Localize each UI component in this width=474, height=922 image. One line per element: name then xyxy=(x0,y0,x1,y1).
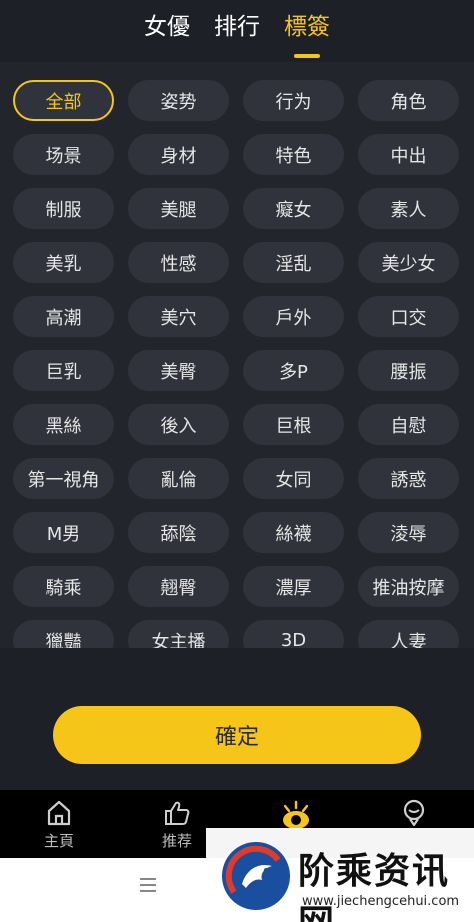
tag-chip[interactable]: 身材 xyxy=(128,134,229,175)
tag-chip[interactable]: 人妻 xyxy=(358,620,459,648)
tag-chip[interactable]: 中出 xyxy=(358,134,459,175)
tag-chip[interactable]: 亂倫 xyxy=(128,458,229,499)
tag-chip[interactable]: 特色 xyxy=(243,134,344,175)
nav-label-home: 主頁 xyxy=(43,832,74,850)
app-root: 女優 排行 標簽 全部 姿势 行为 角色 场景 身材 特色 中出 制服 美腿 癡女 素人 美乳 性感 淫乱美… xyxy=(0,0,474,922)
tag-chip[interactable]: 後入 xyxy=(128,404,229,445)
tag-chip[interactable]: 絲襪 xyxy=(243,512,344,553)
tag-chip[interactable]: 美臀 xyxy=(128,350,229,391)
confirm-button[interactable]: 確定 xyxy=(53,706,421,764)
active-tab-indicator xyxy=(294,54,320,58)
tag-chip[interactable]: 第一視角 xyxy=(13,458,114,499)
tag-chip[interactable]: 推油按摩 xyxy=(358,566,459,607)
tag-chip[interactable]: 素人 xyxy=(358,188,459,229)
tag-chip[interactable]: 獵豔 xyxy=(13,620,114,648)
watermark-url: www.jiechengcehui.com xyxy=(302,894,460,909)
tag-chip[interactable]: M男 xyxy=(13,512,114,553)
tag-chip[interactable]: 女主播 xyxy=(128,620,229,648)
watermark-title: 阶乘资讯网 xyxy=(298,851,451,922)
tag-chip[interactable]: 黑絲 xyxy=(13,404,114,445)
tag-chip[interactable]: 誘惑 xyxy=(358,458,459,499)
tag-chip[interactable]: 濃厚 xyxy=(243,566,344,607)
tag-chip[interactable]: 3D xyxy=(243,620,344,648)
tab-label: 排行 xyxy=(214,14,260,40)
header-tabs: 女優 排行 標簽 xyxy=(0,0,474,62)
tag-chip[interactable]: 高潮 xyxy=(13,296,114,337)
tag-chip[interactable]: 角色 xyxy=(358,80,459,121)
menu-icon[interactable] xyxy=(140,878,156,896)
tag-chip[interactable]: 口交 xyxy=(358,296,459,337)
tag-chip[interactable]: 多P xyxy=(243,350,344,391)
eye-icon xyxy=(283,800,309,829)
tag-chip[interactable]: 癡女 xyxy=(243,188,344,229)
nav-item-recommend[interactable]: 推荐 xyxy=(137,790,217,858)
thumbs-up-icon xyxy=(165,801,190,825)
watermark: 阶乘资讯网 www.jiechengcehui.com xyxy=(206,828,474,922)
tag-chip[interactable]: 制服 xyxy=(13,188,114,229)
tag-list-panel[interactable]: 全部 姿势 行为 角色场景 身材 特色 中出制服 美腿 癡女 素人美乳 性感 淫乱 美少女高潮 美穴 戶外口… xyxy=(0,62,474,648)
tab-actresses[interactable]: 女優 xyxy=(144,12,190,42)
tag-chip[interactable]: 性感 xyxy=(128,242,229,283)
tag-chip[interactable]: 姿势 xyxy=(128,80,229,121)
tag-chip[interactable]: 腰振 xyxy=(358,350,459,391)
tag-chip[interactable]: 淫乱 xyxy=(243,242,344,283)
tag-chip[interactable]: 舔陰 xyxy=(128,512,229,553)
tag-chip[interactable]: 翹臀 xyxy=(128,566,229,607)
tag-chip[interactable]: 美乳 xyxy=(13,242,114,283)
tag-chip[interactable]: 騎乘 xyxy=(13,566,114,607)
tab-label: 女優 xyxy=(144,14,190,40)
tag-chip[interactable]: 场景 xyxy=(13,134,114,175)
user-icon xyxy=(403,799,425,827)
nav-item-home[interactable]: 主頁 xyxy=(19,790,99,858)
home-icon xyxy=(47,800,71,826)
tag-chip[interactable]: 自慰 xyxy=(358,404,459,445)
tag-chip[interactable]: 美腿 xyxy=(128,188,229,229)
tag-chip[interactable]: 戶外 xyxy=(243,296,344,337)
tag-grid: 全部 姿势 行为 角色场景 身材 特色 中出制服 美腿 癡女 素人美乳 性感 淫乱 美少女高潮 美穴 戶外口… xyxy=(13,80,459,648)
tab-label: 標簽 xyxy=(284,14,330,40)
tab-tags[interactable]: 標簽 xyxy=(284,12,330,58)
tag-chip[interactable]: 全部 xyxy=(13,80,114,121)
tag-chip[interactable]: 淩辱 xyxy=(358,512,459,553)
tag-chip[interactable]: 女同 xyxy=(243,458,344,499)
confirm-area: 確定 xyxy=(0,648,474,790)
tag-chip[interactable]: 行为 xyxy=(243,80,344,121)
tag-chip[interactable]: 美少女 xyxy=(358,242,459,283)
nav-label-recommend: 推荐 xyxy=(161,832,192,850)
tag-chip[interactable]: 美穴 xyxy=(128,296,229,337)
tag-chip[interactable]: 巨乳 xyxy=(13,350,114,391)
tab-ranking[interactable]: 排行 xyxy=(214,12,260,42)
eagle-logo-icon xyxy=(222,842,290,910)
tag-chip[interactable]: 巨根 xyxy=(243,404,344,445)
